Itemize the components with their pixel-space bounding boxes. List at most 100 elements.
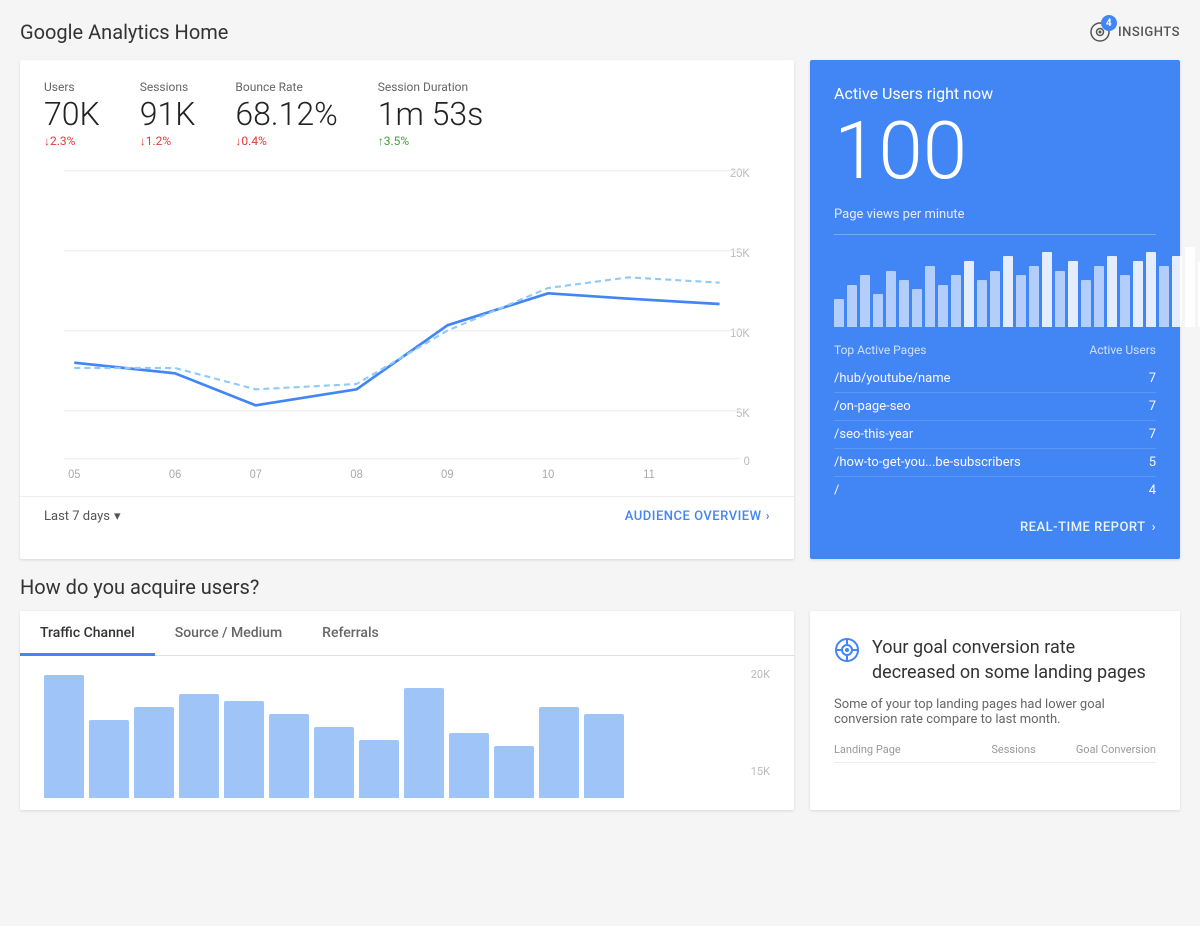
- page-url: /hub/youtube/name: [834, 371, 951, 386]
- acquire-bar: [269, 714, 309, 799]
- mini-bar: [1159, 266, 1169, 327]
- realtime-report-link[interactable]: REAL-TIME REPORT ›: [834, 520, 1156, 535]
- insight-icon: [834, 637, 860, 669]
- svg-text:Dec: Dec: [64, 479, 84, 480]
- svg-text:0: 0: [744, 456, 750, 468]
- bottom-grid: Traffic ChannelSource / MediumReferrals …: [20, 611, 1180, 810]
- insights-label: INSIGHTS: [1118, 25, 1180, 40]
- top-page-row: /hub/youtube/name 7: [834, 365, 1156, 393]
- period-label: Last 7 days: [44, 509, 110, 524]
- svg-text:05: 05: [68, 469, 80, 480]
- insight-col1: Landing Page: [834, 743, 901, 756]
- acquire-bar: [134, 707, 174, 798]
- mini-bar: [951, 275, 961, 327]
- acquire-chart-area: 20K 15K: [20, 656, 794, 810]
- mini-bar: [1133, 261, 1143, 327]
- chart-footer: Last 7 days ▾ AUDIENCE OVERVIEW ›: [20, 496, 794, 540]
- insight-col2: Sessions: [991, 743, 1035, 756]
- chevron-down-icon: ▾: [114, 509, 121, 524]
- svg-text:06: 06: [169, 469, 181, 480]
- page-url: /how-to-get-you...be-subscribers: [834, 455, 1021, 470]
- mini-bar: [1029, 266, 1039, 327]
- acquire-section: How do you acquire users? Traffic Channe…: [20, 575, 1180, 810]
- mini-bar: [925, 266, 935, 327]
- metric-label: Users: [44, 80, 100, 94]
- audience-overview-link[interactable]: AUDIENCE OVERVIEW ›: [625, 509, 770, 524]
- pageviews-bar-chart: [834, 247, 1156, 327]
- svg-text:08: 08: [350, 469, 362, 480]
- insights-icon-wrap: 4: [1088, 20, 1112, 44]
- metric-value: 70K: [44, 98, 100, 130]
- mini-bar: [964, 261, 974, 327]
- insight-table-header: Landing Page Sessions Goal Conversion: [834, 743, 1156, 763]
- page-users: 7: [1149, 427, 1156, 442]
- acquire-bar: [539, 707, 579, 798]
- period-selector[interactable]: Last 7 days ▾: [44, 509, 121, 524]
- tab-item[interactable]: Referrals: [302, 611, 399, 655]
- metric-label: Session Duration: [378, 80, 484, 94]
- realtime-label: REAL-TIME REPORT: [1020, 520, 1146, 535]
- active-users-title: Active Users right now: [834, 84, 1156, 103]
- svg-text:11: 11: [643, 469, 655, 480]
- mini-bar: [1055, 271, 1065, 327]
- metric-change: ↑3.5%: [378, 134, 484, 148]
- metrics-row: Users 70K ↓2.3% Sessions 91K ↓1.2% Bounc…: [20, 60, 794, 160]
- insight-header: Your goal conversion rate decreased on s…: [834, 635, 1156, 685]
- metric-value: 68.12%: [235, 98, 337, 130]
- acquire-card: Traffic ChannelSource / MediumReferrals …: [20, 611, 794, 810]
- chevron-right-icon: ›: [766, 509, 770, 524]
- page-title: Google Analytics Home: [20, 20, 228, 44]
- mini-bar: [1185, 247, 1195, 327]
- mini-bar: [847, 285, 857, 327]
- metric-label: Bounce Rate: [235, 80, 337, 94]
- acquire-bar: [89, 720, 129, 798]
- main-chart: 20K 15K 10K 5K 0 05: [44, 160, 770, 480]
- mini-bar: [834, 299, 844, 327]
- acquire-bar: [404, 688, 444, 799]
- top-pages-col2: Active Users: [1089, 343, 1156, 357]
- metric-label: Sessions: [140, 80, 196, 94]
- acquire-bar: [179, 694, 219, 798]
- mini-bar: [899, 280, 909, 327]
- page-users: 5: [1149, 455, 1156, 470]
- acquire-bar: [314, 727, 354, 799]
- top-pages-rows: /hub/youtube/name 7 /on-page-seo 7 /seo-…: [834, 365, 1156, 504]
- mini-bar: [1094, 266, 1104, 327]
- svg-text:10K: 10K: [730, 328, 750, 340]
- mini-bar: [860, 275, 870, 327]
- mini-bar: [938, 285, 948, 327]
- page-url: /seo-this-year: [834, 427, 913, 442]
- mini-bar: [1003, 256, 1013, 327]
- acquire-bar: [44, 675, 84, 799]
- svg-text:10: 10: [542, 469, 554, 480]
- mini-bar: [1068, 261, 1078, 327]
- metric-block: Session Duration 1m 53s ↑3.5%: [378, 80, 484, 148]
- mini-bar: [1016, 275, 1026, 327]
- metric-change: ↓2.3%: [44, 134, 100, 148]
- acquire-bar: [494, 746, 534, 798]
- page-url: /: [834, 483, 839, 498]
- tabs-row: Traffic ChannelSource / MediumReferrals: [20, 611, 794, 656]
- acquire-bar: [584, 714, 624, 799]
- insights-button[interactable]: 4 INSIGHTS: [1088, 20, 1180, 44]
- page-header: Google Analytics Home 4 INSIGHTS: [20, 20, 1180, 44]
- chevron-right-icon: ›: [1152, 520, 1156, 535]
- tab-item[interactable]: Source / Medium: [155, 611, 302, 655]
- top-page-row: /on-page-seo 7: [834, 393, 1156, 421]
- tab-item[interactable]: Traffic Channel: [20, 611, 155, 655]
- insights-badge: 4: [1101, 15, 1117, 31]
- mini-bar: [977, 280, 987, 327]
- main-metrics-card: Users 70K ↓2.3% Sessions 91K ↓1.2% Bounc…: [20, 60, 794, 559]
- svg-text:20K: 20K: [730, 168, 750, 180]
- metric-block: Sessions 91K ↓1.2%: [140, 80, 196, 148]
- active-users-count: 100: [834, 111, 1156, 191]
- top-pages-header: Top Active Pages Active Users: [834, 343, 1156, 357]
- page-users: 7: [1149, 399, 1156, 414]
- mini-bar: [1146, 252, 1156, 327]
- mini-bar: [912, 289, 922, 327]
- acquire-bars: [44, 668, 740, 798]
- mini-bar: [990, 271, 1000, 327]
- page-users: 7: [1149, 371, 1156, 386]
- page-users: 4: [1149, 483, 1156, 498]
- svg-text:09: 09: [441, 469, 453, 480]
